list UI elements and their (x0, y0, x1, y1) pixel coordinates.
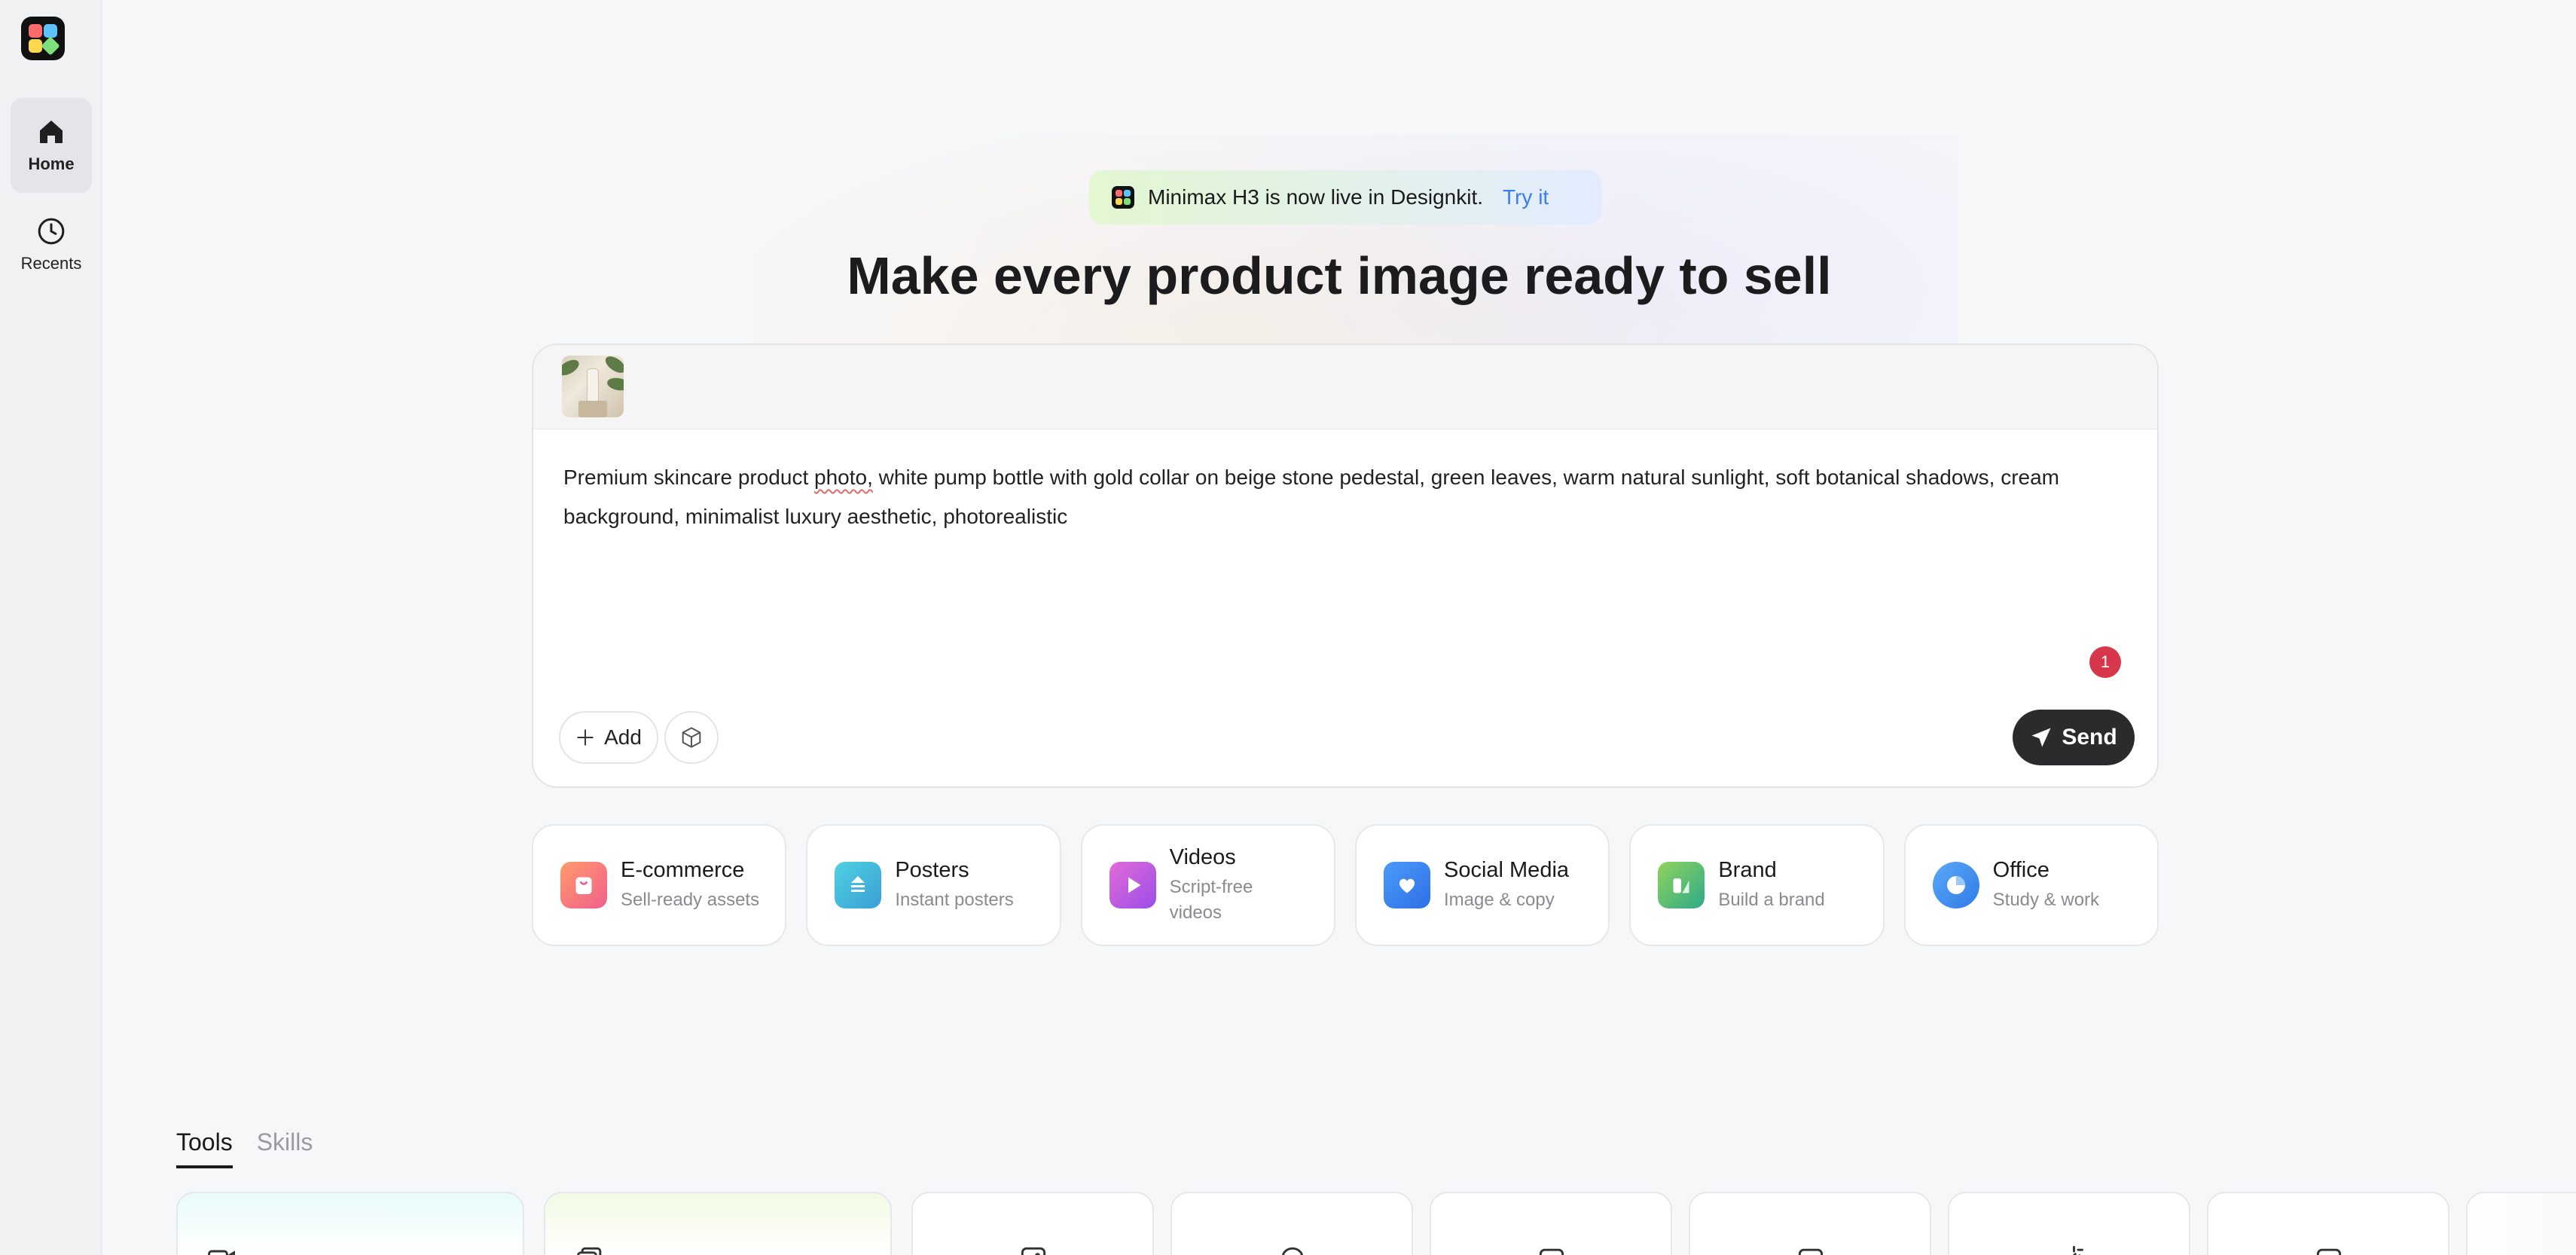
designkit-icon (1112, 186, 1134, 209)
tools-row (176, 1192, 2576, 1255)
send-button-label: Send (2062, 725, 2117, 750)
video-camera-icon (208, 1250, 235, 1255)
category-ecommerce[interactable]: E-commerce Sell-ready assets (532, 824, 787, 946)
category-row: E-commerce Sell-ready assets Posters Ins… (532, 824, 2159, 946)
category-subtitle: Build a brand (1718, 889, 1825, 910)
category-subtitle: Instant posters (895, 889, 1014, 910)
frame-icon (1539, 1248, 1564, 1255)
tool-card[interactable] (911, 1192, 1154, 1255)
category-social-media[interactable]: Social Media Image & copy (1354, 824, 1610, 946)
category-title: Office (1992, 857, 2050, 882)
tool-card[interactable] (1689, 1192, 1931, 1255)
category-office[interactable]: Office Study & work (1903, 824, 2159, 946)
category-posters[interactable]: Posters Instant posters (806, 824, 1061, 946)
layers-icon (577, 1247, 602, 1255)
prompt-input[interactable]: Premium skincare product photo, white pu… (563, 458, 2138, 536)
app-logo[interactable] (21, 17, 65, 60)
attached-image-thumbnail[interactable] (562, 356, 624, 417)
sidebar-item-label: Home (28, 154, 75, 173)
announcement-banner[interactable]: Minimax H3 is now live in Designkit. Try… (1089, 170, 1601, 224)
send-icon (2031, 728, 2051, 747)
magic-wand-icon (2072, 1246, 2083, 1255)
play-icon (1109, 862, 1156, 908)
category-title: E-commerce (621, 857, 745, 882)
add-button-label: Add (604, 725, 642, 749)
shopping-bag-icon (560, 862, 607, 908)
lasso-icon (1281, 1247, 1304, 1255)
sidebar: Home Recents (0, 0, 102, 1255)
sidebar-item-recents[interactable]: Recents (11, 197, 92, 292)
sidebar-item-label: Recents (20, 254, 82, 273)
plus-icon (577, 729, 594, 746)
category-subtitle: Sell-ready assets (621, 889, 760, 910)
category-title: Social Media (1443, 857, 1570, 882)
category-brand[interactable]: Brand Build a brand (1629, 824, 1885, 946)
add-button[interactable]: Add (559, 711, 658, 764)
cube-icon (682, 727, 701, 748)
spellcheck-flag: photo, (814, 466, 873, 489)
text-box-icon (2316, 1248, 2342, 1255)
sidebar-item-home[interactable]: Home (11, 98, 92, 193)
prompt-composer: Premium skincare product photo, white pu… (532, 344, 2159, 788)
tool-card[interactable] (544, 1192, 892, 1255)
tool-card[interactable] (1430, 1192, 1672, 1255)
heart-chat-icon (1383, 862, 1430, 908)
clock-icon (38, 218, 65, 245)
tab-skills[interactable]: Skills (257, 1128, 313, 1168)
home-icon (40, 121, 63, 143)
crop-icon (1798, 1248, 1824, 1255)
tool-card[interactable] (1170, 1192, 1413, 1255)
tool-card[interactable] (2207, 1192, 2449, 1255)
tab-tools[interactable]: Tools (176, 1128, 233, 1168)
send-button[interactable]: Send (2013, 710, 2135, 765)
tool-card[interactable] (176, 1192, 524, 1255)
category-title: Brand (1718, 857, 1777, 882)
section-tabs: Tools Skills (176, 1128, 313, 1168)
category-subtitle: Image & copy (1443, 889, 1555, 910)
pie-chart-icon (1932, 862, 1979, 908)
image-icon (1021, 1247, 1046, 1255)
category-videos[interactable]: Videos Script-free videos (1080, 824, 1335, 946)
category-subtitle: Script-free videos (1169, 876, 1253, 923)
poster-icon (835, 862, 882, 908)
attachment-strip (533, 345, 2157, 429)
tool-card[interactable] (1948, 1192, 2190, 1255)
category-subtitle: Study & work (1992, 889, 2100, 910)
notification-badge[interactable]: 1 (2089, 646, 2121, 678)
page-title: Make every product image ready to sell (847, 246, 1832, 305)
banner-text: Minimax H3 is now live in Designkit. (1148, 185, 1484, 209)
model-selector-button[interactable] (664, 711, 719, 764)
tool-card[interactable] (2466, 1192, 2576, 1255)
brand-icon (1658, 862, 1705, 908)
category-title: Videos (1169, 844, 1236, 869)
try-it-link[interactable]: Try it (1503, 185, 1549, 209)
category-title: Posters (895, 857, 969, 882)
